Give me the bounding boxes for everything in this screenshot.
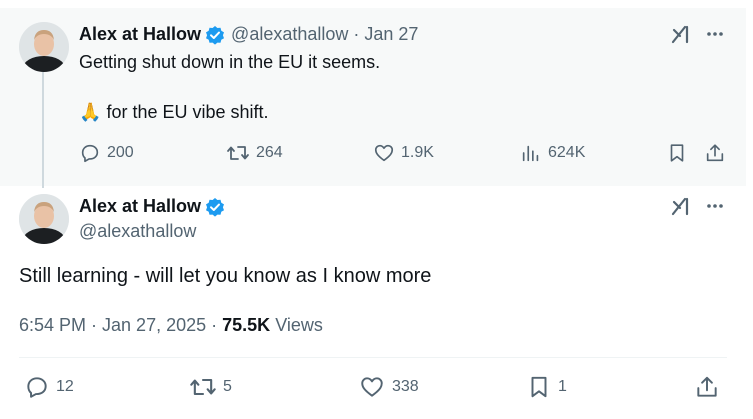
main-reply-button[interactable]: 12 — [24, 374, 74, 400]
parent-like-count: 1.9K — [401, 144, 434, 161]
bookmark-icon — [666, 142, 688, 164]
main-handle[interactable]: @alexathallow — [79, 221, 196, 242]
parent-handle[interactable]: @alexathallow — [231, 24, 348, 45]
reply-icon — [24, 374, 50, 400]
parent-bookmark-button[interactable] — [666, 142, 688, 164]
main-tweet-text: Still learning - will let you know as I … — [19, 265, 432, 287]
divider — [19, 357, 727, 358]
share-icon — [694, 374, 720, 400]
main-share-button[interactable] — [694, 374, 720, 400]
main-like-count: 338 — [392, 378, 419, 395]
like-icon — [373, 142, 395, 164]
main-handle-row: @alexathallow — [79, 221, 196, 242]
main-reply-count: 12 — [56, 378, 74, 395]
grok-icon[interactable] — [668, 193, 694, 219]
parent-views-button[interactable]: 624K — [520, 142, 585, 164]
main-repost-button[interactable]: 5 — [189, 374, 232, 400]
main-display-name[interactable]: Alex at Hallow — [79, 196, 201, 217]
main-repost-count: 5 — [223, 378, 232, 395]
parent-views-count: 624K — [548, 144, 586, 161]
parent-author-row: Alex at Hallow @alexathallow · Jan 27 — [79, 24, 418, 45]
tweet-meta: 6:54 PM · Jan 27, 2025 · 75.5K Views — [19, 315, 323, 336]
parent-share-button[interactable] — [704, 142, 726, 164]
repost-icon — [189, 374, 217, 400]
parent-tweet-text-line2-words: for the EU vibe shift. — [106, 102, 269, 122]
parent-repost-button[interactable]: 264 — [226, 142, 283, 164]
parent-reply-count: 200 — [107, 144, 134, 161]
praying-hands-emoji: 🙏 — [79, 102, 102, 122]
views-label: Views — [275, 315, 323, 335]
parent-display-name[interactable]: Alex at Hallow — [79, 24, 201, 45]
main-avatar[interactable] — [19, 194, 69, 244]
separator-dot: · — [353, 24, 360, 44]
share-icon — [704, 142, 726, 164]
main-bookmark-button[interactable]: 1 — [526, 374, 567, 400]
bookmark-icon — [526, 374, 552, 400]
reply-icon — [79, 142, 101, 164]
parent-avatar[interactable] — [19, 22, 69, 72]
verified-badge-icon — [205, 197, 225, 217]
verified-badge-icon — [205, 25, 225, 45]
parent-tweet-text-line2: 🙏 for the EU vibe shift. — [79, 102, 269, 123]
more-icon[interactable] — [702, 21, 728, 47]
parent-tweet-text-line1: Getting shut down in the EU it seems. — [79, 52, 381, 72]
repost-icon — [226, 142, 250, 164]
main-views-count: 75.5K — [222, 315, 271, 335]
views-icon — [520, 142, 542, 164]
parent-repost-count: 264 — [256, 144, 283, 161]
parent-date[interactable]: Jan 27 — [364, 24, 418, 45]
thread-connector-line — [42, 64, 44, 188]
grok-icon[interactable] — [668, 21, 694, 47]
parent-like-button[interactable]: 1.9K — [373, 142, 434, 164]
main-author-row: Alex at Hallow — [79, 196, 225, 217]
tweet-timestamp[interactable]: 6:54 PM · Jan 27, 2025 · — [19, 315, 222, 335]
like-icon — [358, 374, 386, 400]
main-like-button[interactable]: 338 — [358, 374, 419, 400]
parent-reply-button[interactable]: 200 — [79, 142, 134, 164]
more-icon[interactable] — [702, 193, 728, 219]
main-bookmark-count: 1 — [558, 378, 567, 395]
